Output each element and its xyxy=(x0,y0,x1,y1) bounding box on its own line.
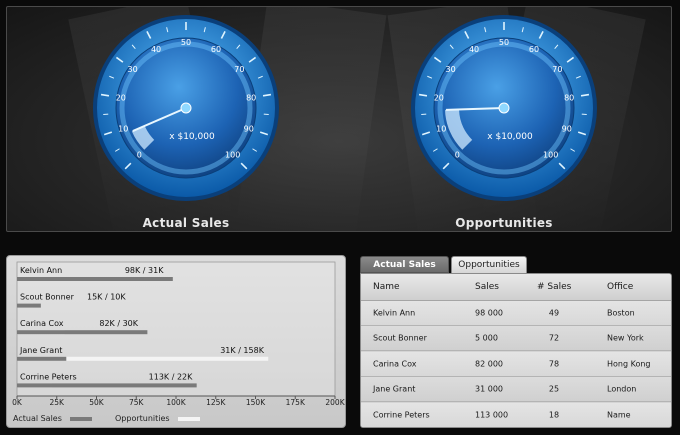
table-row[interactable]: Kelvin Ann 98 000 49 Boston xyxy=(361,301,671,326)
cell-name: Jane Grant xyxy=(373,384,416,394)
cell-name: Kelvin Ann xyxy=(373,308,416,318)
gauge-tick-label: 60 xyxy=(529,45,539,54)
x-tick-label: 25K xyxy=(50,398,66,407)
cell-sales: 31 000 xyxy=(475,384,503,394)
actual-sales-gauge: 0 10 20 30 40 50 60 70 80 90 100 x $10,000 xyxy=(93,15,279,201)
gauge-tick-label: 90 xyxy=(244,124,254,133)
gauge-tick-label: 40 xyxy=(151,45,161,54)
bar-category-label: Scout Bonner xyxy=(20,293,75,302)
cell-sales-count: 49 xyxy=(548,308,560,318)
opportunities-gauge-title: Opportunities xyxy=(455,216,553,230)
legend-actual-sales: Actual Sales xyxy=(13,414,93,423)
gauge-tick-label: 10 xyxy=(436,124,446,133)
tab-actual-sales[interactable]: Actual Sales xyxy=(360,256,449,273)
actual-sales-bar xyxy=(17,383,197,388)
gauge-scale-label: x $10,000 xyxy=(169,132,215,142)
cell-sales: 113 000 xyxy=(475,410,509,420)
gauge-tick-label: 40 xyxy=(469,45,479,54)
gauge-tick-label: 60 xyxy=(211,45,221,54)
actual-sales-bar xyxy=(17,277,173,281)
gauge-tick-label: 10 xyxy=(118,124,128,133)
gauge-tick-label: 0 xyxy=(455,151,460,160)
x-tick-label: 150K xyxy=(246,398,266,407)
table-row[interactable]: Jane Grant 31 000 25 London xyxy=(361,377,671,403)
sales-bar-chart: 0K 25K 50K 75K 100K 125K 150K 175K 200K Kelvin An… xyxy=(12,261,346,407)
legend-opportunities-swatch xyxy=(178,416,201,421)
cell-office: Boston xyxy=(607,308,635,318)
table-row[interactable]: Scout Bonner 5 000 72 New York xyxy=(361,326,671,352)
gauge-tick-label: 0 xyxy=(137,151,142,160)
legend-opportunities-label: Opportunities xyxy=(115,414,170,423)
table-row[interactable]: Carina Cox 82 000 78 Hong Kong xyxy=(361,351,671,377)
gauge-scale-label: x $10,000 xyxy=(487,132,533,142)
tab-opportunities[interactable]: Opportunities xyxy=(451,256,527,273)
cell-office: Hong Kong xyxy=(607,359,651,369)
table-header: Name Sales # Sales Office xyxy=(361,274,671,301)
column-header-sales-count[interactable]: # Sales xyxy=(537,282,571,292)
table-row[interactable]: Corrine Peters 113 000 18 Name xyxy=(361,402,671,427)
x-tick-label: 125K xyxy=(206,398,226,407)
cell-name: Carina Cox xyxy=(373,359,417,369)
actual-sales-bar xyxy=(17,330,148,335)
cell-sales-count: 72 xyxy=(548,333,560,343)
column-header-sales[interactable]: Sales xyxy=(475,282,499,292)
column-header-name[interactable]: Name xyxy=(373,282,400,292)
bar-value-label: 113K / 22K xyxy=(149,372,193,381)
bar-value-label: 98K / 31K xyxy=(125,266,164,275)
gauge-tick-label: 100 xyxy=(543,151,558,160)
gauge-hub xyxy=(180,102,192,114)
gauge-tick-label: 90 xyxy=(562,124,572,133)
legend-actual-label: Actual Sales xyxy=(13,414,62,423)
gauge-tick-label: 20 xyxy=(434,94,444,103)
cell-sales: 82 000 xyxy=(475,359,503,369)
x-tick-label: 50K xyxy=(89,398,105,407)
sales-table: Name Sales # Sales Office Kelvin Ann 98 0… xyxy=(360,273,672,428)
sales-bar-chart-panel: 0K 25K 50K 75K 100K 125K 150K 175K 200K Kelvin An… xyxy=(6,255,346,428)
x-tick-label: 0K xyxy=(12,398,23,407)
cell-sales: 5 000 xyxy=(475,333,498,343)
cell-office: Name xyxy=(607,410,631,420)
actual-sales-bar xyxy=(17,356,67,361)
bar-category-label: Corrine Peters xyxy=(20,372,77,381)
cell-office: New York xyxy=(607,333,644,343)
gauge-tick-label: 70 xyxy=(234,65,244,74)
cell-sales: 98 000 xyxy=(475,308,503,318)
legend-actual-swatch xyxy=(70,416,93,421)
gauge-tick-label: 30 xyxy=(446,65,456,74)
gauge-tick-label: 100 xyxy=(225,151,240,160)
gauge-tick-label: 20 xyxy=(116,94,126,103)
cell-name: Corrine Peters xyxy=(373,410,430,420)
gauge-tick-label: 50 xyxy=(181,38,191,47)
legend-opportunities: Opportunities xyxy=(115,414,201,423)
bar-value-label: 82K / 30K xyxy=(99,319,138,328)
gauge-tick-label: 80 xyxy=(564,94,574,103)
cell-sales-count: 18 xyxy=(548,410,560,420)
x-tick-label: 75K xyxy=(129,398,145,407)
gauge-tick-label: 70 xyxy=(552,65,562,74)
gauge-panel: 0 10 20 30 40 50 60 70 80 90 100 x $10,000 0 10 20 30 4… xyxy=(6,6,672,232)
x-tick-label: 100K xyxy=(166,398,186,407)
cell-name: Scout Bonner xyxy=(373,333,427,343)
bar-value-label: 15K / 10K xyxy=(87,293,126,302)
gauge-hub xyxy=(498,102,510,114)
column-header-office[interactable]: Office xyxy=(607,282,633,292)
bar-category-label: Kelvin Ann xyxy=(20,266,62,275)
bar-category-label: Jane Grant xyxy=(19,346,62,355)
x-tick-label: 175K xyxy=(286,398,306,407)
bar-value-label: 31K / 158K xyxy=(220,346,264,355)
actual-sales-gauge-title: Actual Sales xyxy=(142,216,230,230)
cell-sales-count: 78 xyxy=(548,359,560,369)
cell-office: London xyxy=(607,384,637,394)
gauge-tick-label: 30 xyxy=(128,65,138,74)
gauge-tick-label: 50 xyxy=(499,38,509,47)
gauge-tick-label: 80 xyxy=(246,94,256,103)
bar-category-label: Carina Cox xyxy=(20,319,64,328)
opportunities-gauge: 0 10 20 30 40 50 60 70 80 90 100 x $10,000 xyxy=(411,15,597,201)
x-tick-label: 200K xyxy=(325,398,345,407)
actual-sales-bar xyxy=(17,303,41,308)
cell-sales-count: 25 xyxy=(548,384,560,394)
